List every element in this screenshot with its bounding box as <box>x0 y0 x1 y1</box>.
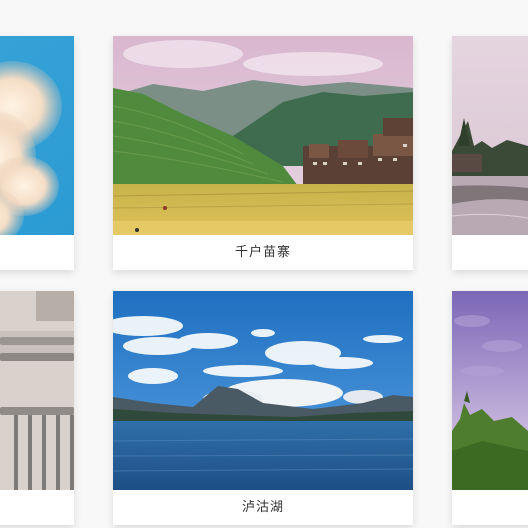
card-caption <box>0 235 74 270</box>
gallery-card-1[interactable] <box>0 36 74 270</box>
purple-sky-trees-image <box>452 291 528 490</box>
gallery-card-6[interactable] <box>452 291 528 525</box>
card-caption <box>452 490 528 525</box>
gallery-grid: 千户苗寨 泸沽湖 <box>0 0 528 528</box>
gallery-card-luguhu[interactable]: 泸沽湖 <box>113 291 413 525</box>
gallery-card-qianhu-miaozhai[interactable]: 千户苗寨 <box>113 36 413 270</box>
lake-mountains-image <box>113 291 413 490</box>
sky-clouds-image <box>0 36 74 235</box>
riverside-town-image <box>452 36 528 235</box>
card-caption <box>452 235 528 270</box>
gallery-card-4[interactable] <box>0 291 74 525</box>
miao-village-terraces-image <box>113 36 413 235</box>
gallery-card-3[interactable] <box>452 36 528 270</box>
balcony-railing-image <box>0 291 74 490</box>
card-caption <box>0 490 74 525</box>
card-caption: 泸沽湖 <box>241 500 284 515</box>
card-caption: 千户苗寨 <box>234 245 291 260</box>
